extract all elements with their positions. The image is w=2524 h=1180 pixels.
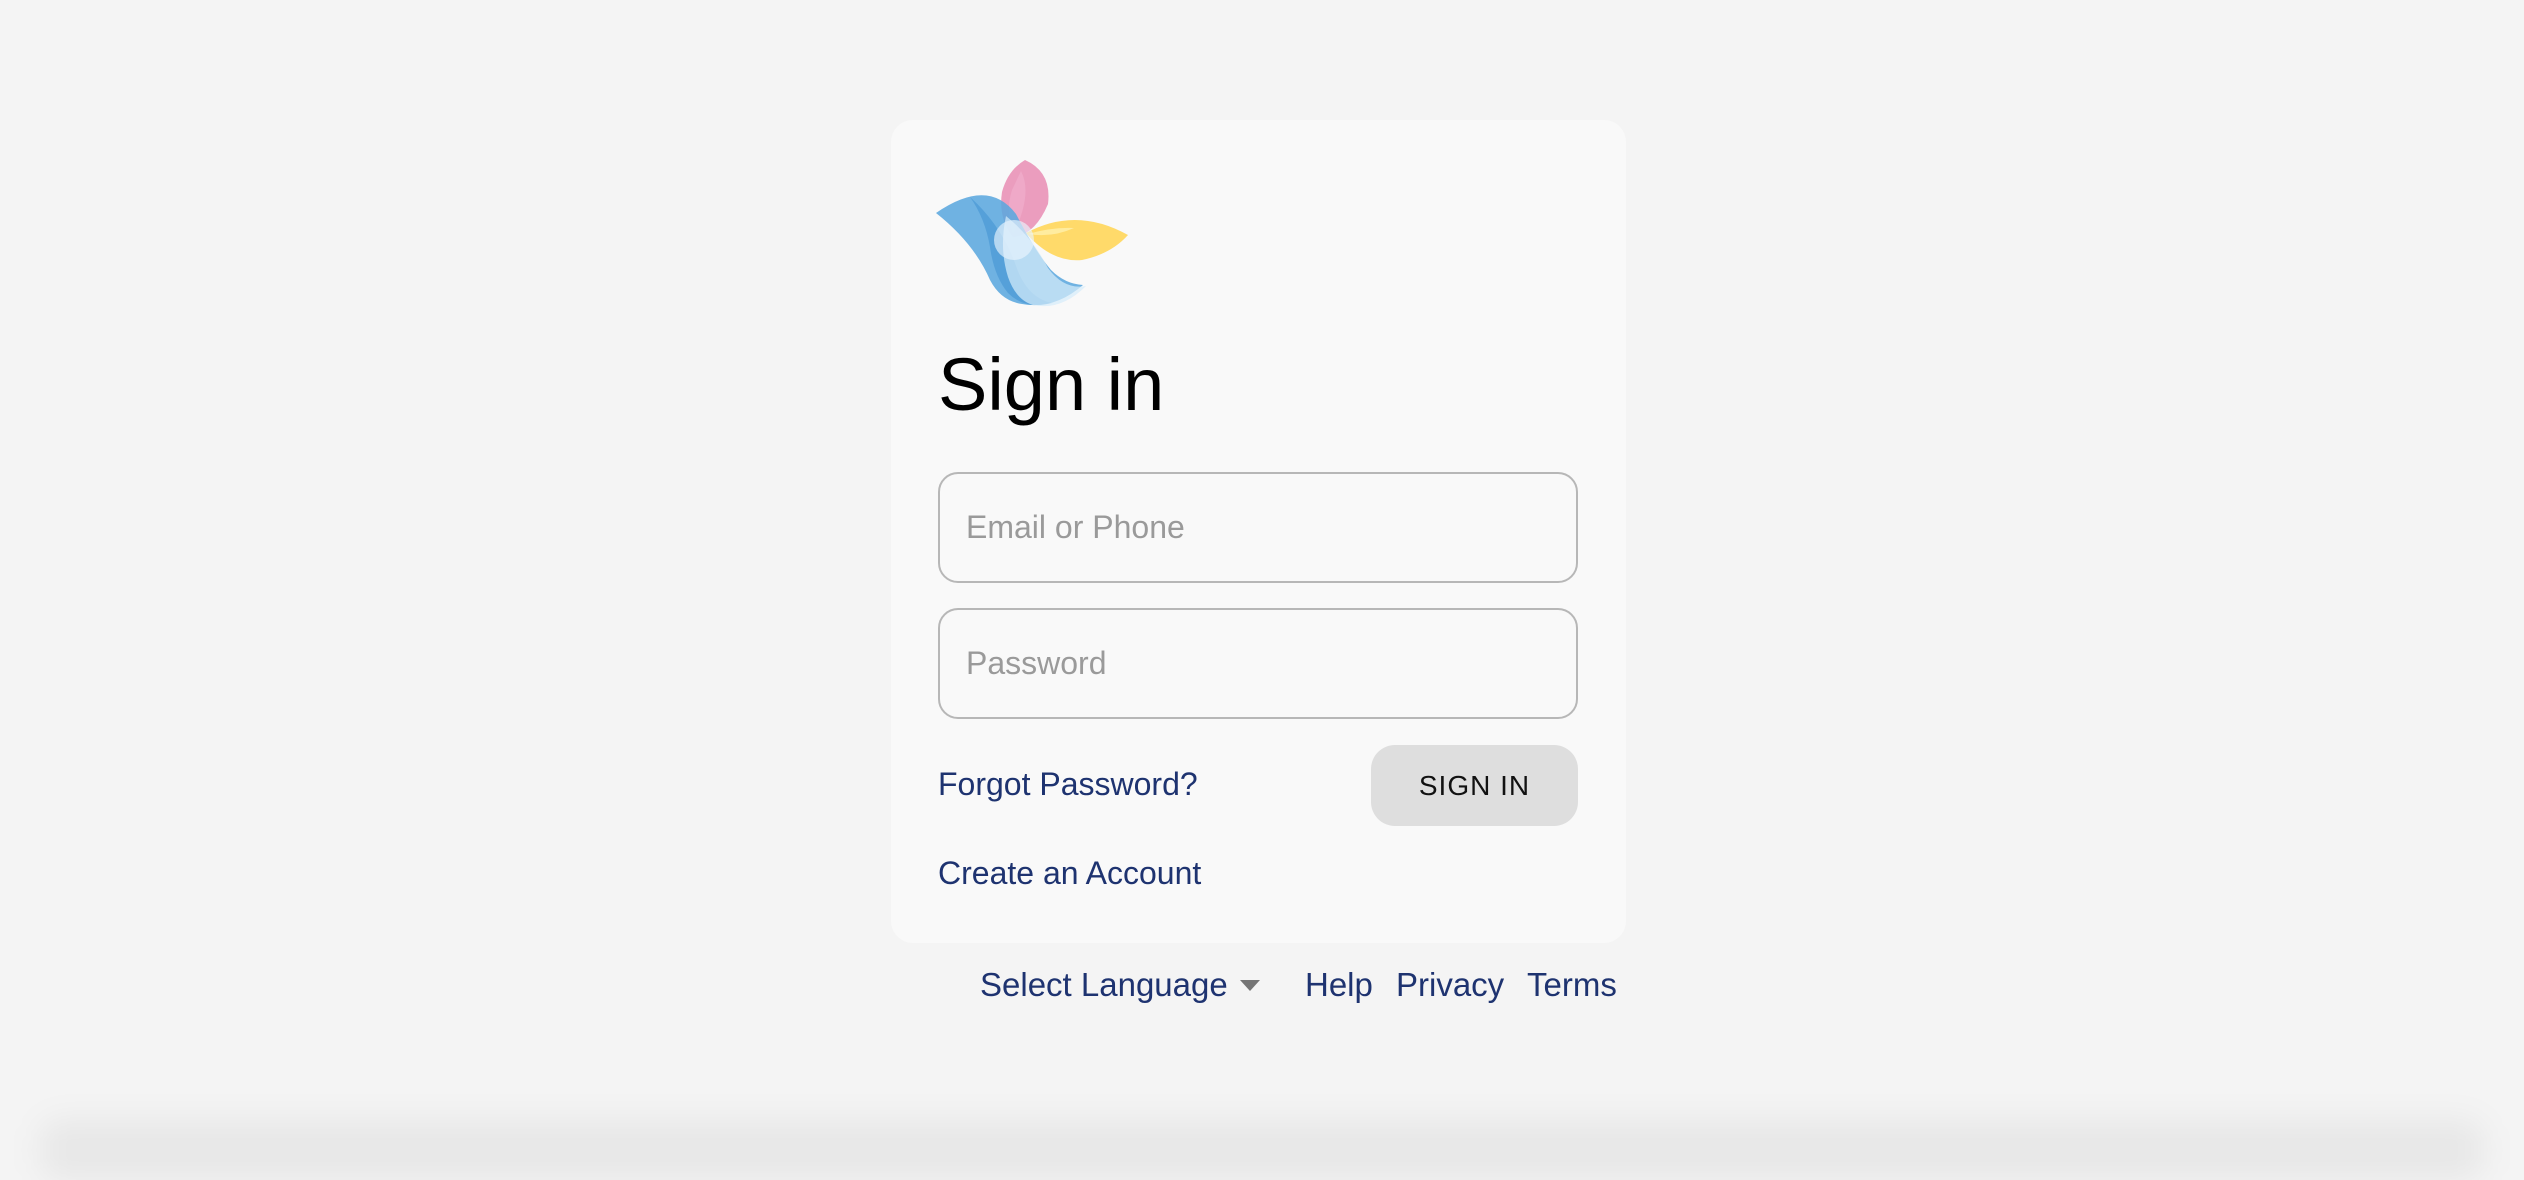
email-phone-input[interactable] [938,472,1578,583]
password-input[interactable] [938,608,1578,719]
select-language-dropdown[interactable]: Select Language [980,968,1228,1001]
footer: Select Language Help Privacy Terms [925,960,1625,1010]
create-account-link[interactable]: Create an Account [938,857,1201,889]
sign-in-button[interactable]: SIGN IN [1371,745,1578,826]
help-link[interactable]: Help [1305,968,1373,1001]
caret-down-icon[interactable] [1240,980,1260,991]
page-bottom-shadow [40,1120,2484,1180]
brand-logo [936,160,1128,307]
page-title: Sign in [938,343,1165,426]
forgot-password-link[interactable]: Forgot Password? [938,768,1198,800]
moon-icon[interactable] [925,965,955,1007]
terms-link[interactable]: Terms [1527,968,1617,1001]
privacy-link[interactable]: Privacy [1396,968,1504,1001]
sign-in-card: Sign in Forgot Password? SIGN IN Create … [891,120,1626,943]
